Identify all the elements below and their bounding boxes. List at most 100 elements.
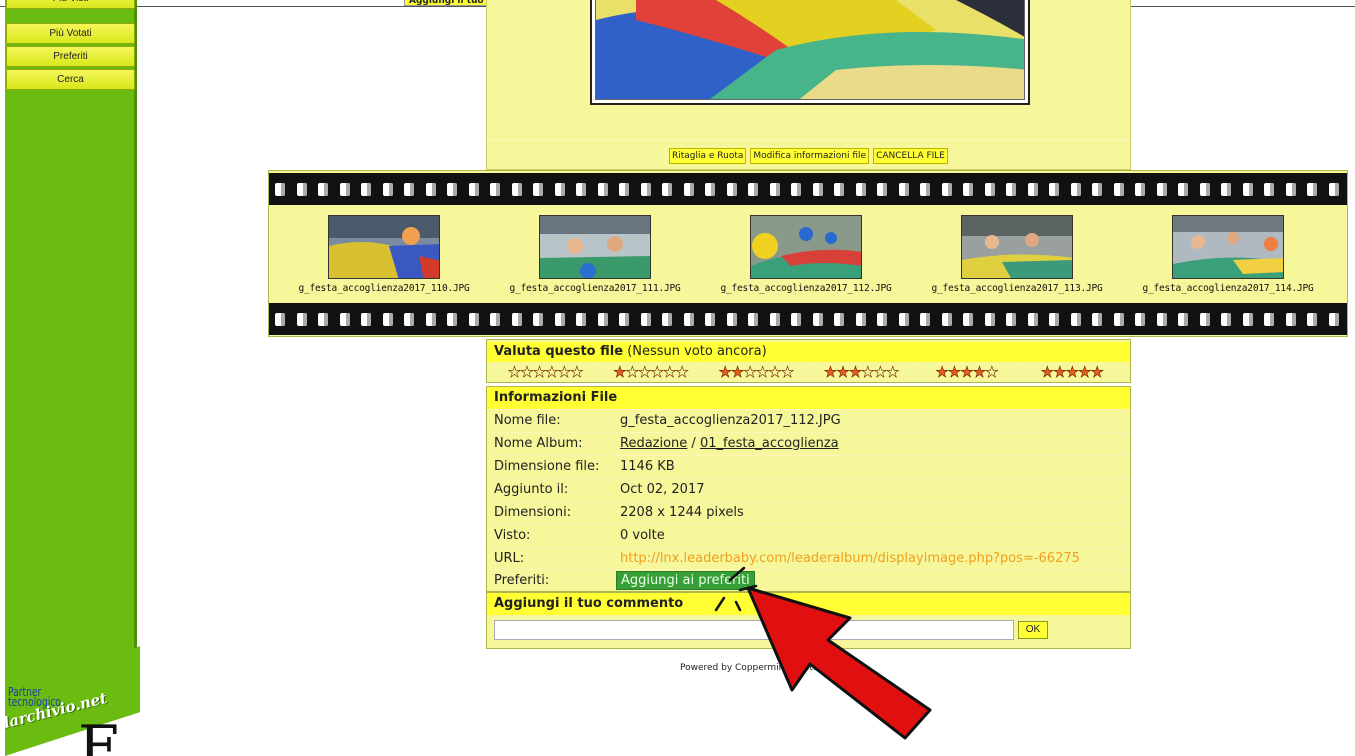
film-perforation (361, 183, 371, 196)
thumbnail-item[interactable]: g_festa_accoglienza2017_111.JPG (490, 215, 700, 294)
sidebar-item-piu-visti[interactable]: Più Visti (6, 0, 135, 9)
film-perforation (576, 183, 586, 196)
comment-input[interactable] (494, 620, 1014, 640)
edit-file-info-button[interactable]: Modifica informazioni file (750, 148, 870, 164)
film-perforation (1135, 313, 1145, 326)
film-perforation (1006, 183, 1016, 196)
info-value: 0 volte (620, 528, 665, 543)
star-empty-icon: ★ (532, 363, 546, 382)
image-panel: Ritaglia e Ruota Modifica informazioni f… (486, 0, 1131, 170)
info-row-url: URL: http://lnx.leaderbaby.com/leaderalb… (487, 547, 1130, 569)
thumbnail-item[interactable]: g_festa_accoglienza2017_112.JPG (701, 215, 911, 294)
thumbnail-image[interactable] (750, 215, 862, 279)
star-filled-icon: ★ (1090, 363, 1104, 382)
film-perforation (296, 183, 307, 196)
info-label: Dimensioni: (494, 505, 572, 520)
star-empty-icon: ★ (507, 363, 521, 382)
info-label: Nome Album: (494, 436, 583, 451)
thumbnail-item[interactable]: g_festa_accoglienza2017_113.JPG (912, 215, 1122, 294)
film-perforation (339, 183, 350, 196)
rating-status: (Nessun voto ancora) (627, 344, 767, 359)
star-filled-icon: ★ (836, 363, 850, 382)
star-filled-icon: ★ (1078, 363, 1092, 382)
subalbum-link[interactable]: 01_festa_accoglienza (700, 436, 839, 451)
sidebar-item-piu-votati[interactable]: Più Votati (6, 23, 135, 44)
rating-panel: Valuta questo file (Nessun voto ancora) … (486, 339, 1131, 383)
film-perforation (1070, 313, 1081, 326)
film-perforation (984, 313, 995, 326)
info-label: Aggiunto il: (494, 482, 569, 497)
film-perforation (1264, 313, 1274, 326)
film-perforation (683, 313, 694, 326)
info-row-dimensione: Dimensione file: 1146 KB (487, 455, 1130, 477)
film-perforation (533, 183, 543, 196)
rating-option[interactable]: ★★★★★ (914, 362, 1020, 382)
sidebar-item-preferiti[interactable]: Preferiti (6, 46, 135, 67)
film-perforation (1070, 183, 1081, 196)
film-perforation (576, 313, 586, 326)
star-filled-icon: ★ (823, 363, 837, 382)
film-perforation (1006, 313, 1016, 326)
thumbnail-filename[interactable]: g_festa_accoglienza2017_113.JPG (912, 283, 1122, 294)
comment-panel: Aggiungi il tuo commento OK (486, 592, 1131, 649)
film-perforation (662, 183, 672, 196)
thumbnail-image[interactable] (1172, 215, 1284, 279)
film-perforation (791, 183, 801, 196)
thumbnail-image[interactable] (539, 215, 651, 279)
add-to-favorites-button[interactable]: Aggiungi ai preferiti (616, 571, 755, 590)
film-perforation (640, 183, 651, 196)
star-filled-icon: ★ (1053, 363, 1067, 382)
rating-option[interactable]: ★★★★★★ (598, 362, 704, 382)
info-row-nome-file: Nome file: g_festa_accoglienza2017_112.J… (487, 409, 1130, 431)
sidebar-item-cerca[interactable]: Cerca (6, 69, 135, 90)
film-perforation (382, 313, 393, 326)
star-empty-icon: ★ (780, 363, 794, 382)
film-perforation (425, 183, 436, 196)
film-perforation (941, 183, 952, 196)
thumbnail-item[interactable]: g_festa_accoglienza2017_114.JPG (1123, 215, 1333, 294)
star-filled-icon: ★ (947, 363, 961, 382)
film-perforation (1049, 183, 1059, 196)
thumbnail-filename[interactable]: g_festa_accoglienza2017_114.JPG (1123, 283, 1333, 294)
film-perforation (1242, 183, 1253, 196)
film-perforation (1092, 313, 1102, 326)
thumbnail-image[interactable] (961, 215, 1073, 279)
thumbnail-item[interactable]: g_festa_accoglienza2017_110.JPG (279, 215, 489, 294)
film-perforation (640, 313, 651, 326)
thumbnail-filename[interactable]: g_festa_accoglienza2017_111.JPG (490, 283, 700, 294)
comment-ok-button[interactable]: OK (1018, 621, 1048, 639)
sidebar (5, 0, 137, 700)
file-url-link[interactable]: http://lnx.leaderbaby.com/leaderalbum/di… (620, 551, 1080, 566)
star-filled-icon: ★ (730, 363, 745, 382)
star-filled-icon: ★ (613, 363, 627, 382)
delete-file-button[interactable]: CANCELLA FILE (873, 148, 948, 164)
main-photo[interactable] (595, 0, 1025, 100)
album-separator: / (687, 436, 700, 451)
film-perforation (769, 183, 780, 196)
film-perforation (1027, 313, 1038, 326)
film-perforation (920, 313, 930, 326)
film-perforation (1156, 313, 1167, 326)
thumbnail-filename[interactable]: g_festa_accoglienza2017_110.JPG (279, 283, 489, 294)
film-perforation-top (269, 173, 1347, 205)
rating-option[interactable]: ★★★★★★ (704, 362, 809, 382)
film-perforation (984, 183, 995, 196)
album-link[interactable]: Redazione (620, 436, 687, 451)
film-perforation (898, 313, 909, 326)
info-label: Dimensione file: (494, 459, 600, 474)
thumbnail-image[interactable] (328, 215, 440, 279)
rating-option[interactable]: ★★★★★★ (809, 362, 915, 382)
thumbnail-filename[interactable]: g_festa_accoglienza2017_112.JPG (701, 283, 911, 294)
film-perforation (1113, 313, 1124, 326)
film-perforation (554, 313, 565, 326)
rating-option[interactable]: ★★★★★ (1020, 362, 1124, 382)
film-perforation (339, 313, 350, 326)
film-perforation (769, 313, 780, 326)
film-perforation (791, 313, 801, 326)
crop-rotate-button[interactable]: Ritaglia e Ruota (668, 148, 747, 164)
info-label: URL: (494, 551, 525, 566)
info-label: Visto: (494, 528, 531, 543)
film-perforation (619, 183, 629, 196)
rating-option[interactable]: ★★★★★★ (493, 362, 599, 382)
film-perforation (1135, 183, 1145, 196)
